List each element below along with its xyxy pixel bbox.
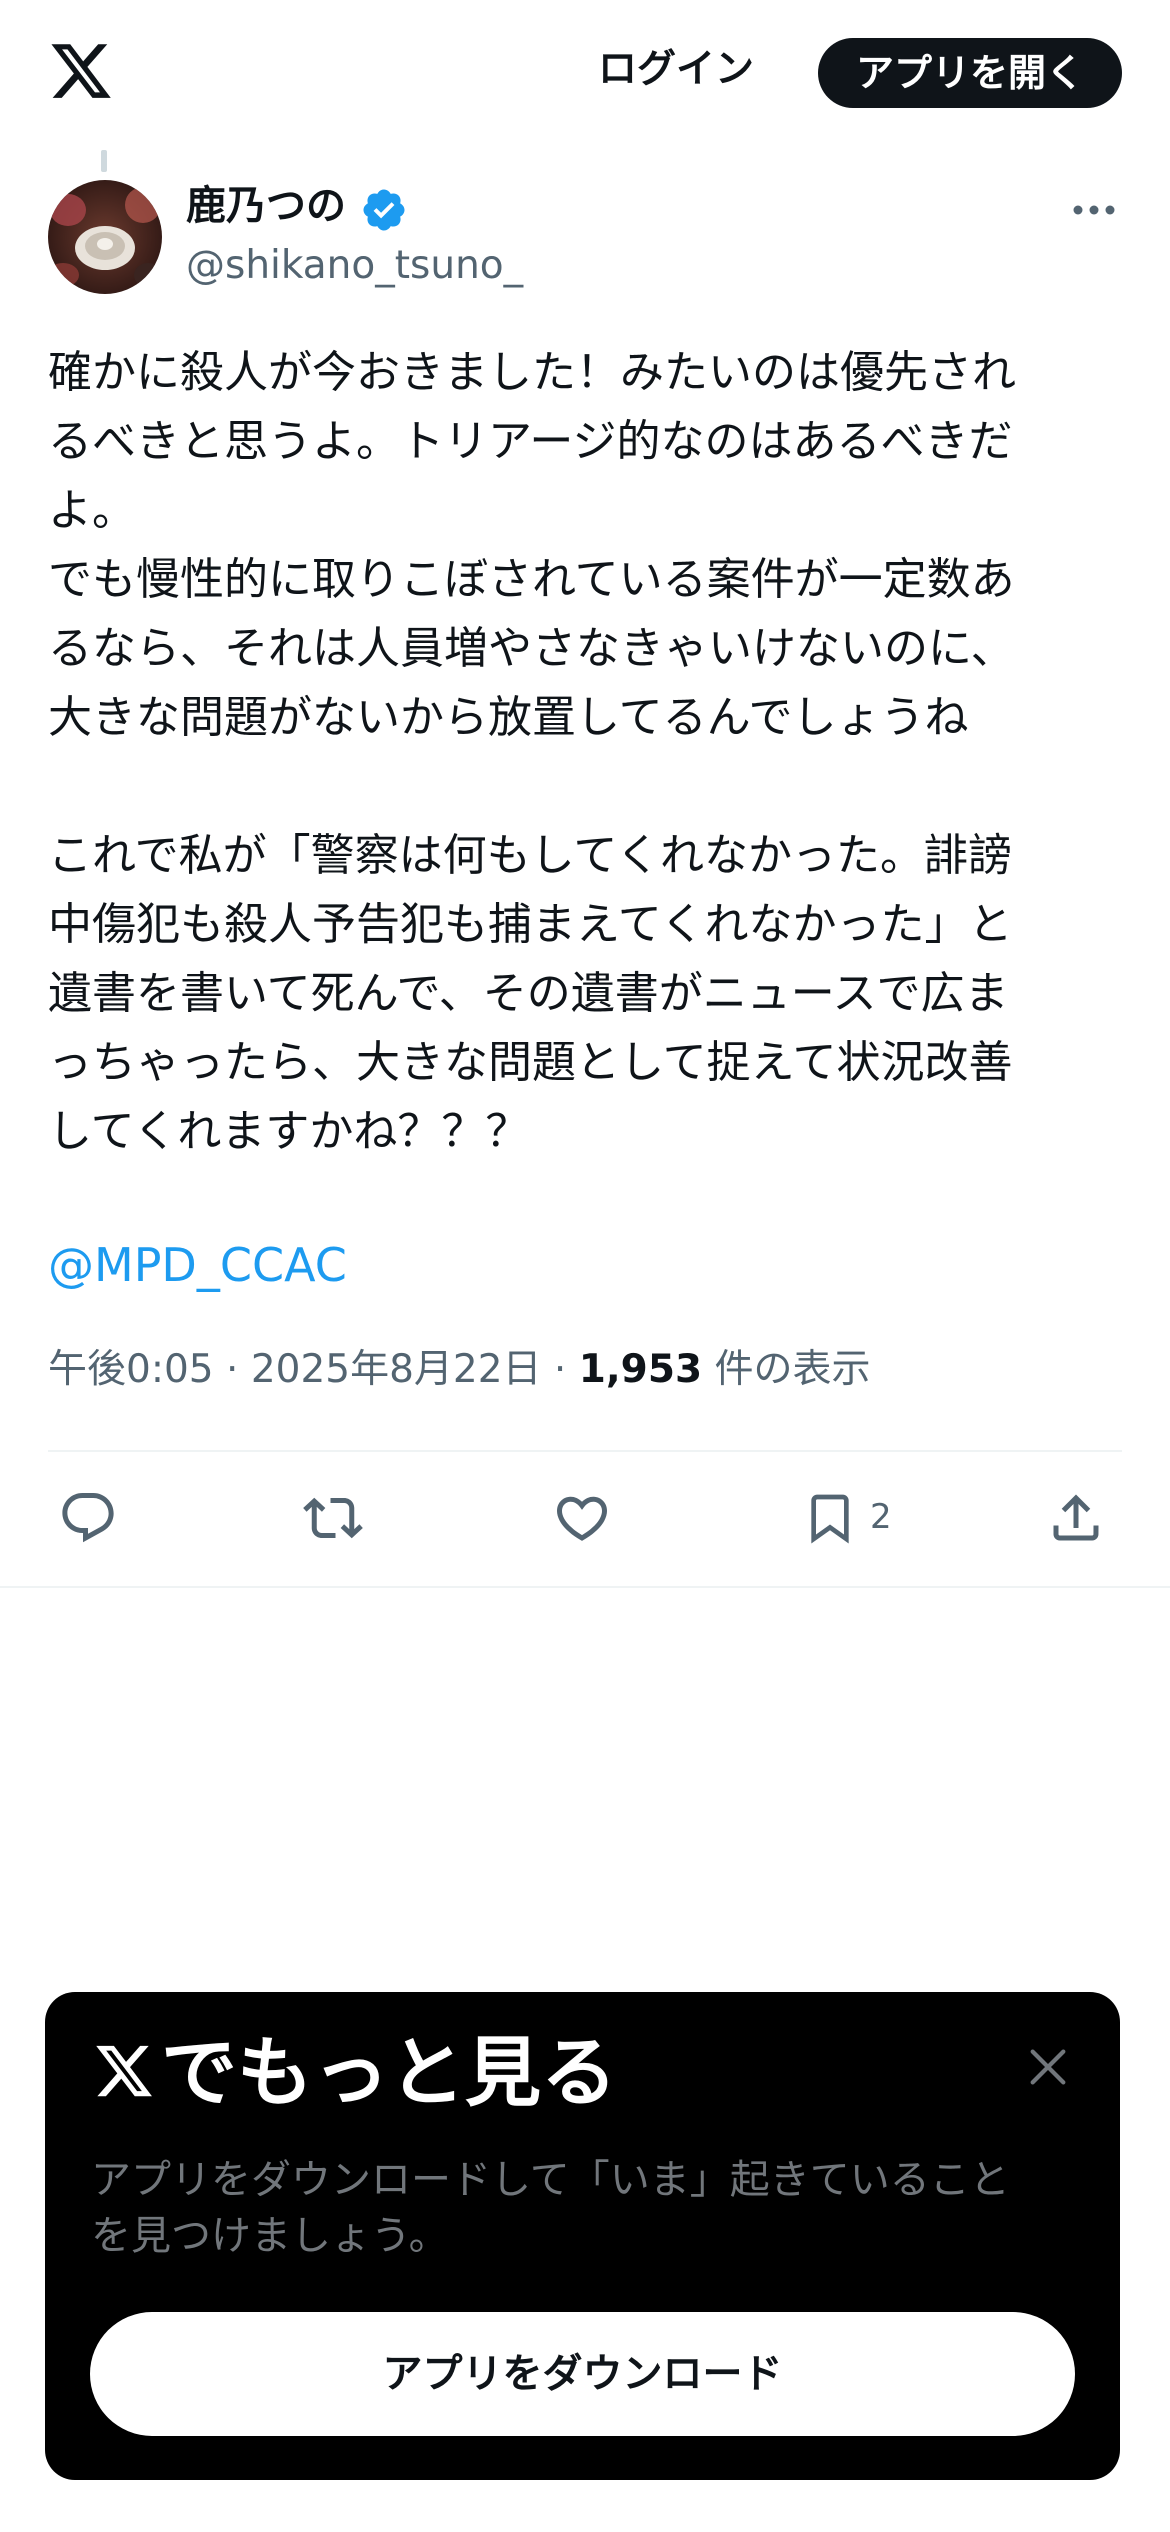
reply-icon [62, 1493, 114, 1543]
meta-separator: · [553, 1347, 567, 1392]
tweet-date[interactable]: 2025年8月22日 [251, 1347, 542, 1392]
x-logo-icon [96, 2045, 152, 2097]
bookmark-button[interactable] [802, 1488, 858, 1548]
download-app-button[interactable]: アプリをダウンロード [90, 2312, 1075, 2436]
retweet-icon [303, 1497, 363, 1539]
views-count: 1,953 [578, 1347, 703, 1392]
share-icon [1053, 1494, 1099, 1541]
share-button[interactable] [1046, 1488, 1106, 1548]
bookmark-count: 2 [870, 1497, 892, 1537]
tweet-text: 確かに殺人が今おきました！みたいのは優先され るべきと思うよ。トリアージ的なのは… [48, 347, 1016, 1157]
tweet-time[interactable]: 午後0:05 [48, 1347, 214, 1392]
divider [0, 1586, 1170, 1588]
promo-title: でもっと見る [161, 2028, 617, 2117]
login-link[interactable]: ログイン [598, 40, 754, 100]
reply-button[interactable] [58, 1488, 118, 1548]
promo-description: アプリをダウンロードして「いま」起きていること を見つけましょう。 [91, 2157, 1010, 2259]
x-logo-icon[interactable] [48, 38, 114, 104]
divider [48, 1450, 1122, 1452]
like-button[interactable] [552, 1488, 612, 1548]
mention-link[interactable]: @MPD_CCAC [48, 1230, 347, 1300]
views-label: 件の表示 [714, 1347, 871, 1392]
app-promo-sheet: でもっと見る アプリをダウンロードして「いま」起きていること を見つけましょう。… [45, 1992, 1120, 2480]
author-name[interactable]: 鹿乃つの [186, 178, 346, 234]
author-handle[interactable]: @shikano_tsuno_ [186, 238, 523, 294]
close-icon[interactable] [1025, 2044, 1071, 2090]
verified-badge-icon [363, 189, 405, 231]
open-app-button[interactable]: アプリを開く [818, 38, 1122, 108]
top-bar: ログイン アプリを開く [0, 0, 1170, 145]
meta-separator: · [226, 1347, 239, 1392]
avatar[interactable] [48, 180, 162, 294]
more-options-icon[interactable] [1070, 195, 1118, 225]
heart-icon [556, 1496, 608, 1541]
tweet-meta: 午後0:05 · 2025年8月22日 · 1,953 件の表示 [48, 1340, 871, 1400]
retweet-button[interactable] [300, 1488, 366, 1548]
bookmark-icon [811, 1494, 849, 1544]
thread-connector [101, 150, 107, 172]
